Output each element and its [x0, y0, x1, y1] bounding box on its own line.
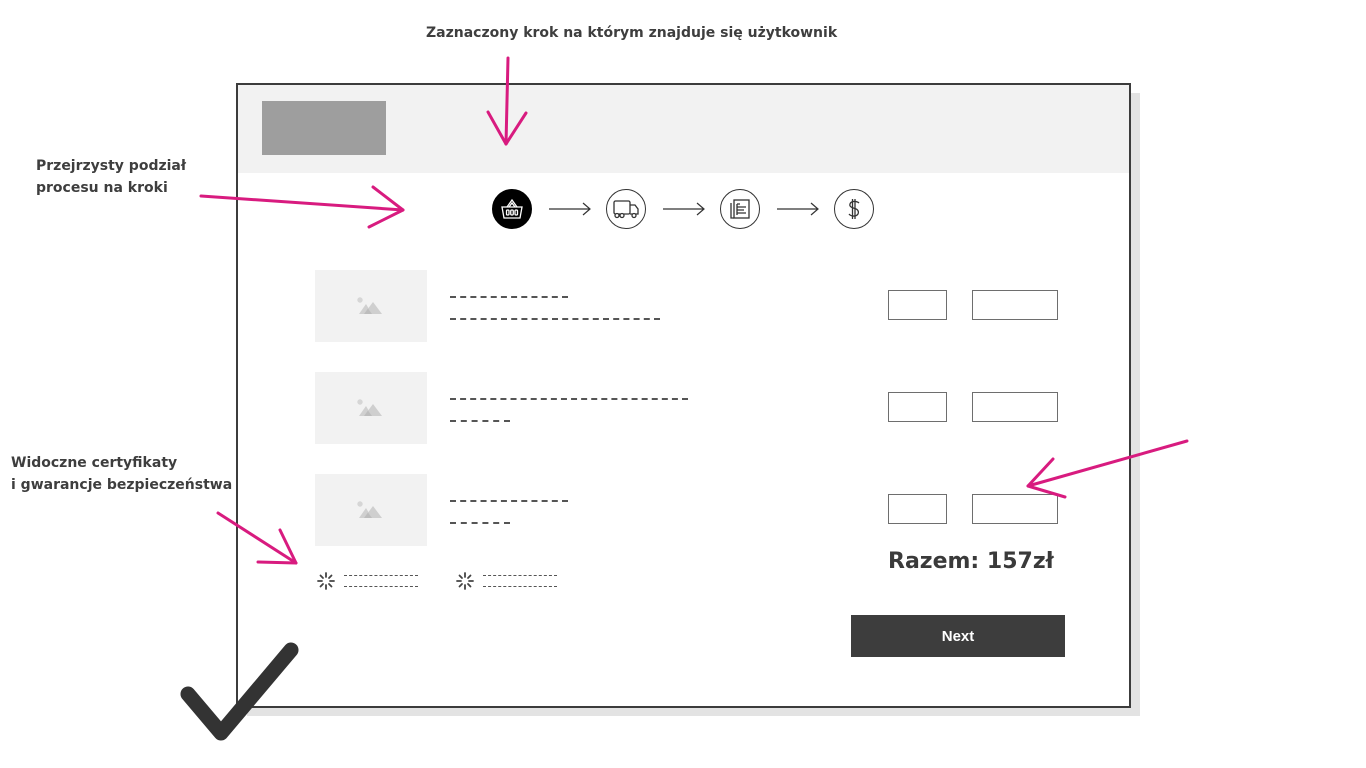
image-placeholder-icon [357, 399, 382, 416]
product-name-placeholder [450, 398, 688, 400]
product-image [315, 474, 427, 546]
truck-icon [613, 200, 639, 219]
step-arrow-icon [549, 202, 591, 216]
step-payment[interactable] [834, 189, 874, 229]
next-button[interactable]: Next [851, 615, 1065, 657]
quantity-input[interactable] [888, 290, 947, 320]
annotation-line: Przejrzysty podział [36, 158, 187, 174]
basket-icon [501, 198, 523, 219]
annotation-line: procesu na kroki [36, 180, 168, 196]
annotation-current-step: Zaznaczony krok na którym znajduje się u… [426, 25, 838, 41]
step-cart-active[interactable] [492, 189, 532, 229]
annotation-line: i gwarancje bezpieczeństwa [11, 477, 233, 493]
annotation-line: Widoczne certyfikaty [11, 455, 178, 471]
step-delivery[interactable] [606, 189, 646, 229]
header-bar [238, 85, 1129, 173]
order-total: Razem: 157zł [888, 549, 1054, 574]
product-desc-placeholder [450, 522, 510, 524]
security-certificate [316, 571, 426, 591]
checkout-window-mockup: Razem: 157zł Next [236, 83, 1131, 708]
quantity-input[interactable] [888, 494, 947, 524]
step-details[interactable] [720, 189, 760, 229]
image-placeholder-icon [357, 297, 382, 314]
product-desc-placeholder [450, 420, 510, 422]
price-field[interactable] [972, 290, 1058, 320]
document-icon [730, 199, 750, 219]
certificate-text-placeholder [483, 586, 557, 587]
product-name-placeholder [450, 296, 568, 298]
certificate-text-placeholder [483, 575, 557, 576]
certificate-text-placeholder [344, 586, 418, 587]
security-certificate [455, 571, 565, 591]
product-image [315, 270, 427, 342]
quantity-input[interactable] [888, 392, 947, 422]
spinner-icon [456, 572, 474, 590]
logo-placeholder[interactable] [262, 101, 386, 155]
step-arrow-icon [777, 202, 819, 216]
product-image [315, 372, 427, 444]
image-placeholder-icon [357, 501, 382, 518]
annotation-steps-division: Przejrzysty podział procesu na kroki [36, 155, 186, 199]
certificate-text-placeholder [344, 575, 418, 576]
product-name-placeholder [450, 500, 568, 502]
price-field[interactable] [972, 392, 1058, 422]
spinner-icon [317, 572, 335, 590]
product-desc-placeholder [450, 318, 660, 320]
step-arrow-icon [663, 202, 705, 216]
dollar-icon [848, 199, 860, 219]
annotation-certificates: Widoczne certyfikaty i gwarancje bezpiec… [11, 452, 232, 496]
price-field[interactable] [972, 494, 1058, 524]
